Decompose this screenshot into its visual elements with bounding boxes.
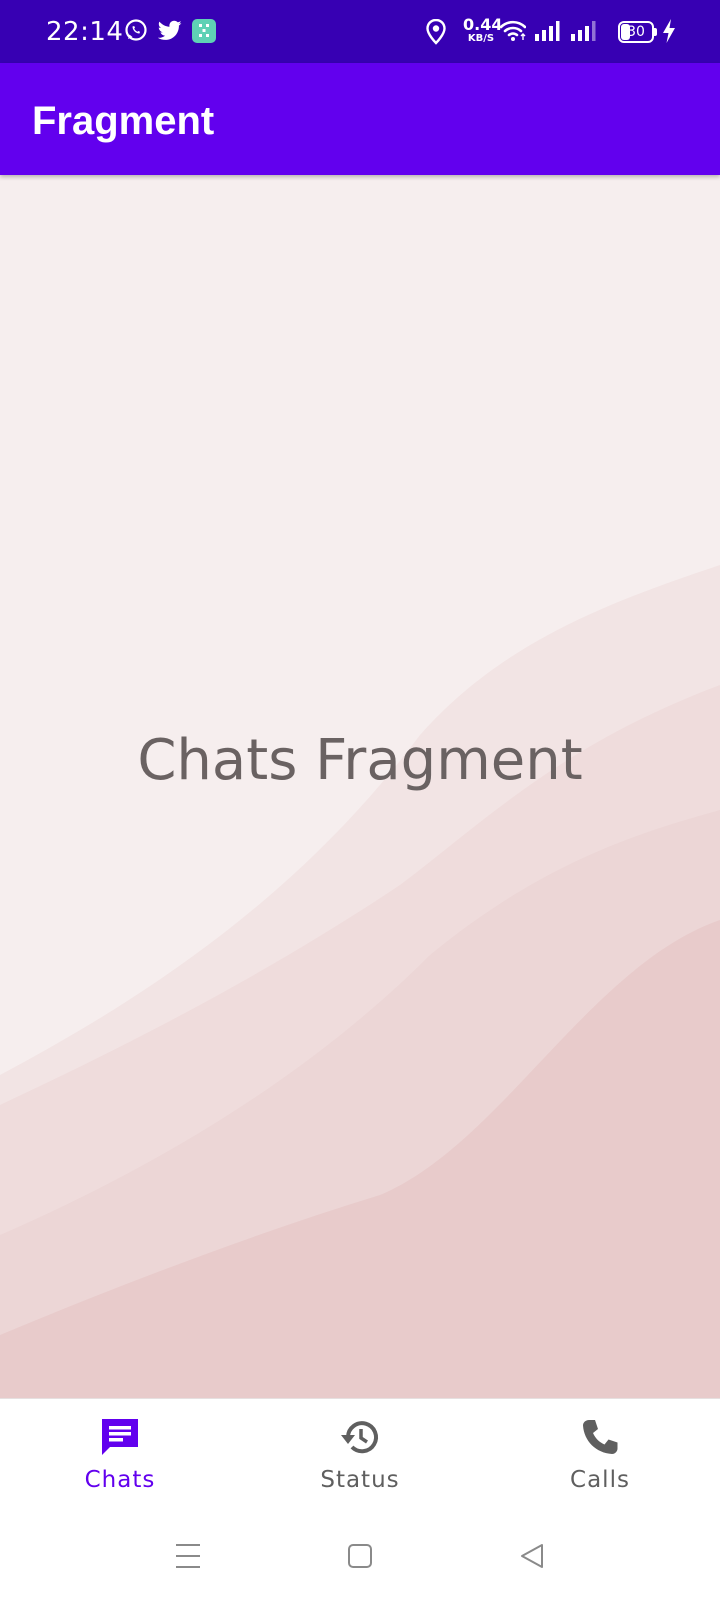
network-speed: 0.44 KB/S [463,15,503,44]
battery-level: 30 [627,24,645,40]
signal-icon [570,20,596,47]
bottom-navigation: Chats Status Calls [0,1398,720,1510]
chat-icon [102,1419,138,1455]
nav-item-chats[interactable]: Chats [0,1399,240,1511]
status-time: 22:14 [46,17,124,47]
nav-label-calls: Calls [570,1467,630,1493]
network-speed-unit: KB/S [467,33,495,44]
home-icon[interactable] [336,1532,384,1580]
app-title: Fragment [32,99,215,143]
app-notification-icon [192,19,216,48]
fragment-container: Chats Fragment [0,175,720,1398]
phone-icon [583,1420,618,1454]
fragment-label: Chats Fragment [137,728,583,793]
nav-label-chats: Chats [84,1467,156,1493]
signal-icon [534,20,560,47]
nav-item-calls[interactable]: Calls [480,1399,720,1511]
twitter-icon [157,20,182,46]
back-icon[interactable] [508,1532,556,1580]
status-bar: 22:14 0.44 KB/S 30 [0,0,720,63]
charging-icon [662,19,676,48]
menu-icon[interactable] [164,1532,212,1580]
battery-icon: 30 [618,21,657,43]
network-speed-value: 0.44 [463,15,503,34]
location-icon [426,18,446,50]
nav-item-status[interactable]: Status [240,1399,480,1511]
history-icon [341,1421,378,1454]
app-bar: Fragment [0,63,720,175]
system-navigation-bar [0,1510,720,1600]
wifi-icon [499,19,527,48]
whatsapp-icon [124,18,148,47]
nav-label-status: Status [320,1467,400,1493]
